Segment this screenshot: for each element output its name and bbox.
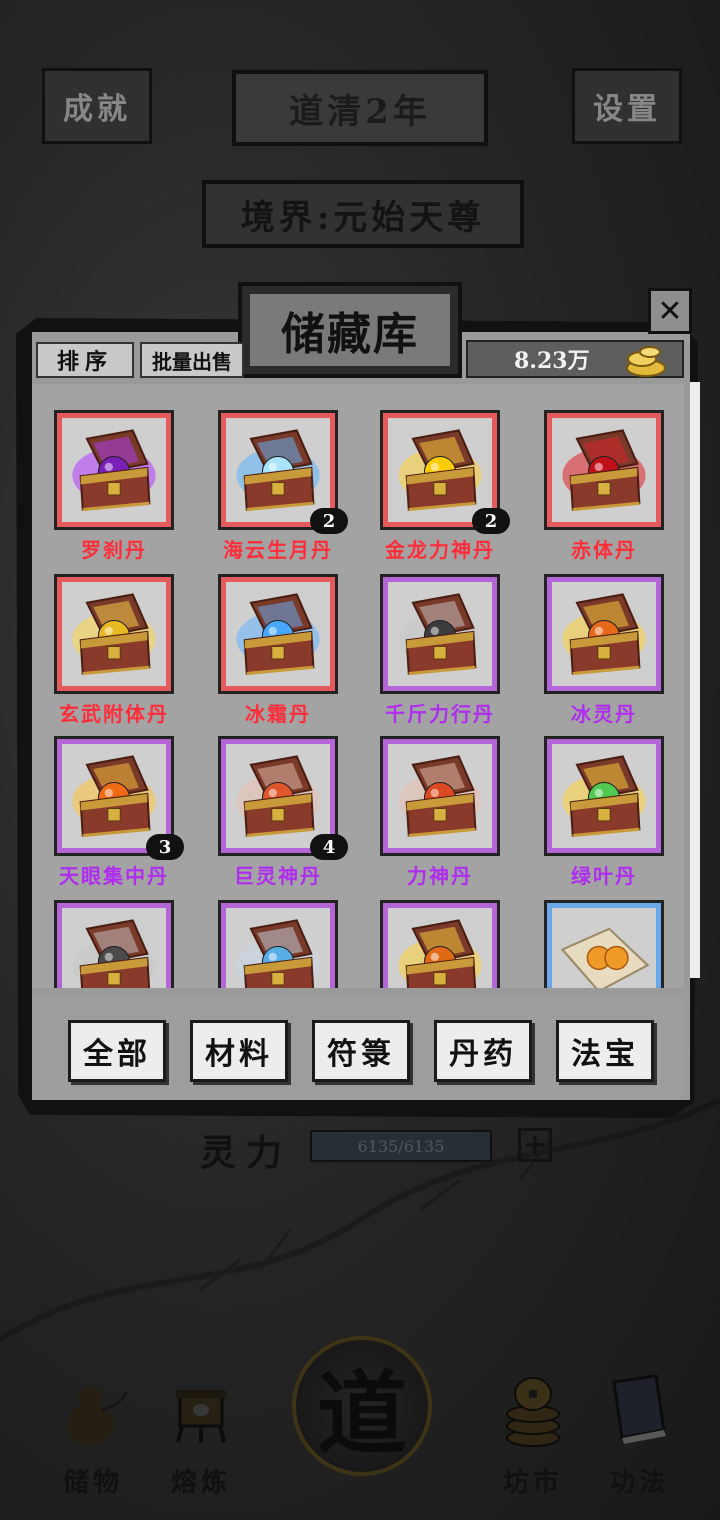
- item-card: [54, 900, 174, 988]
- item-card-inner: [226, 582, 330, 686]
- treasure-chest-icon: [398, 593, 482, 676]
- item-card-inner: [62, 418, 166, 522]
- currency-display: 8.23万: [466, 340, 684, 378]
- treasure-chest-icon: [72, 429, 156, 512]
- filter-all-button[interactable]: 全部: [68, 1020, 166, 1082]
- treasure-chest-icon: [236, 429, 320, 512]
- storage-item[interactable]: 3 天眼集中丹: [54, 736, 184, 896]
- item-name: 绿叶丹: [571, 864, 637, 888]
- item-name: 巨灵神丹: [234, 864, 322, 888]
- item-card: [544, 736, 664, 856]
- item-card-inner: [226, 744, 330, 848]
- item-card-inner: [552, 744, 656, 848]
- pill-paper-icon: [560, 927, 650, 988]
- treasure-chest-icon: [236, 755, 320, 838]
- item-card: [544, 574, 664, 694]
- item-count-badge: 2: [472, 508, 510, 534]
- item-card-inner: [388, 908, 492, 988]
- item-count-badge: 4: [310, 834, 348, 860]
- item-name: 金龙力神丹: [385, 538, 495, 562]
- storage-item[interactable]: 千斤力行丹: [380, 574, 500, 734]
- item-name: 天眼集中丹: [59, 864, 169, 888]
- item-name: 玄武附体丹: [59, 702, 169, 726]
- item-card-inner: [388, 418, 492, 522]
- item-card-inner: [552, 908, 656, 988]
- item-name: 千斤力行丹: [385, 702, 495, 726]
- item-card-inner: [62, 744, 166, 848]
- item-card-inner: [552, 418, 656, 522]
- item-card: [218, 574, 338, 694]
- item-card: [380, 736, 500, 856]
- treasure-chest-icon: [562, 593, 646, 676]
- close-button[interactable]: ✕: [648, 288, 692, 334]
- item-card-inner: [552, 582, 656, 686]
- treasure-chest-icon: [398, 755, 482, 838]
- item-card-inner: [226, 418, 330, 522]
- item-card-inner: [62, 582, 166, 686]
- storage-title: 储藏库: [250, 294, 450, 366]
- item-card: [544, 900, 664, 988]
- grid-scrollbar[interactable]: [690, 382, 700, 978]
- item-name: 冰霜丹: [245, 702, 311, 726]
- item-card: [54, 574, 174, 694]
- storage-item[interactable]: 力神丹: [380, 736, 500, 896]
- item-card-inner: [62, 908, 166, 988]
- item-card-inner: [226, 908, 330, 988]
- storage-item[interactable]: [544, 900, 664, 988]
- storage-item[interactable]: 赤体丹: [544, 410, 664, 570]
- storage-item[interactable]: 绿叶丹: [544, 736, 664, 896]
- storage-item[interactable]: 冰霜丹: [218, 574, 338, 734]
- item-grid[interactable]: 罗刹丹 2 海云生月丹 2 金龙力神丹 赤体丹 玄武附体丹 冰霜丹 千斤力行丹 …: [32, 384, 684, 988]
- item-count-badge: 3: [146, 834, 184, 860]
- treasure-chest-icon: [398, 919, 482, 988]
- treasure-chest-icon: [236, 593, 320, 676]
- item-card: [544, 410, 664, 530]
- storage-item[interactable]: 2 金龙力神丹: [380, 410, 510, 570]
- filter-talismans-button[interactable]: 符箓: [312, 1020, 410, 1082]
- item-count-badge: 2: [310, 508, 348, 534]
- bulk-sell-button[interactable]: 批量出售: [140, 342, 244, 378]
- storage-item[interactable]: 冰灵丹: [544, 574, 664, 734]
- item-card: [380, 900, 500, 988]
- filter-treasures-button[interactable]: 法宝: [556, 1020, 654, 1082]
- treasure-chest-icon: [72, 755, 156, 838]
- filter-materials-button[interactable]: 材料: [190, 1020, 288, 1082]
- sort-button[interactable]: 排序: [36, 342, 134, 378]
- item-card: [380, 574, 500, 694]
- storage-item[interactable]: 罗刹丹: [54, 410, 174, 570]
- item-name: 赤体丹: [571, 538, 637, 562]
- item-card-inner: [388, 582, 492, 686]
- treasure-chest-icon: [398, 429, 482, 512]
- treasure-chest-icon: [72, 593, 156, 676]
- storage-item[interactable]: [380, 900, 500, 988]
- currency-amount: 8.23万: [514, 348, 590, 374]
- item-name: 罗刹丹: [81, 538, 147, 562]
- item-name: 力神丹: [407, 864, 473, 888]
- treasure-chest-icon: [562, 429, 646, 512]
- treasure-chest-icon: [236, 919, 320, 988]
- storage-item[interactable]: 2 海云生月丹: [218, 410, 348, 570]
- storage-item[interactable]: 4 巨灵神丹: [218, 736, 348, 896]
- item-name: 海云生月丹: [223, 538, 333, 562]
- storage-title-tab: 储藏库: [238, 282, 462, 378]
- filter-pills-button[interactable]: 丹药: [434, 1020, 532, 1082]
- treasure-chest-icon: [562, 755, 646, 838]
- item-card-inner: [388, 744, 492, 848]
- coin-pile-icon: [626, 346, 666, 377]
- item-name: 冰灵丹: [571, 702, 637, 726]
- storage-item[interactable]: 玄武附体丹: [54, 574, 174, 734]
- item-card: [218, 900, 338, 988]
- treasure-chest-icon: [72, 919, 156, 988]
- close-icon: ✕: [657, 293, 683, 329]
- scrollbar-thumb[interactable]: [690, 382, 700, 978]
- item-card: [54, 410, 174, 530]
- storage-item[interactable]: [54, 900, 174, 988]
- storage-item[interactable]: [218, 900, 338, 988]
